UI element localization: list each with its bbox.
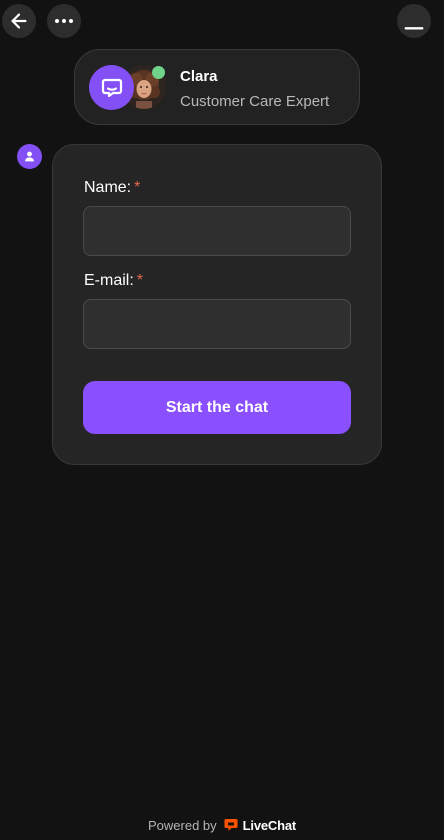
online-status-indicator — [152, 66, 165, 79]
user-icon — [25, 151, 34, 162]
name-field[interactable] — [83, 206, 351, 256]
more-options-button[interactable] — [47, 4, 81, 38]
agent-name: Clara — [180, 68, 218, 85]
arrow-left-icon — [11, 13, 27, 29]
name-label-text: Name: — [84, 179, 132, 196]
minimize-icon — [404, 27, 424, 30]
brand-avatar — [89, 65, 134, 110]
required-asterisk: * — [134, 179, 141, 196]
chat-bubble-icon — [101, 78, 122, 97]
powered-by-text: Powered by — [148, 817, 217, 833]
chat-widget: Clara Customer Care Expert Name: * E-mail… — [0, 0, 444, 840]
email-field-label: E-mail: * — [84, 272, 143, 290]
livechat-brand-link[interactable]: LiveChat — [243, 818, 297, 833]
agent-card: Clara Customer Care Expert — [74, 49, 360, 125]
name-field-label: Name: * — [84, 179, 140, 197]
more-horizontal-icon — [55, 19, 73, 23]
required-asterisk: * — [136, 272, 144, 289]
bot-avatar — [17, 144, 42, 169]
powered-by-footer: Powered by LiveChat — [0, 815, 444, 835]
start-chat-button[interactable]: Start the chat — [83, 381, 351, 434]
livechat-logo-icon — [223, 817, 239, 833]
email-field[interactable] — [83, 299, 351, 349]
pre-chat-form: Name: * E-mail: * Start the chat — [52, 144, 382, 465]
email-label-text: E-mail: — [84, 272, 134, 289]
minimize-button[interactable] — [397, 4, 431, 38]
back-button[interactable] — [2, 4, 36, 38]
agent-role: Customer Care Expert — [180, 93, 330, 110]
